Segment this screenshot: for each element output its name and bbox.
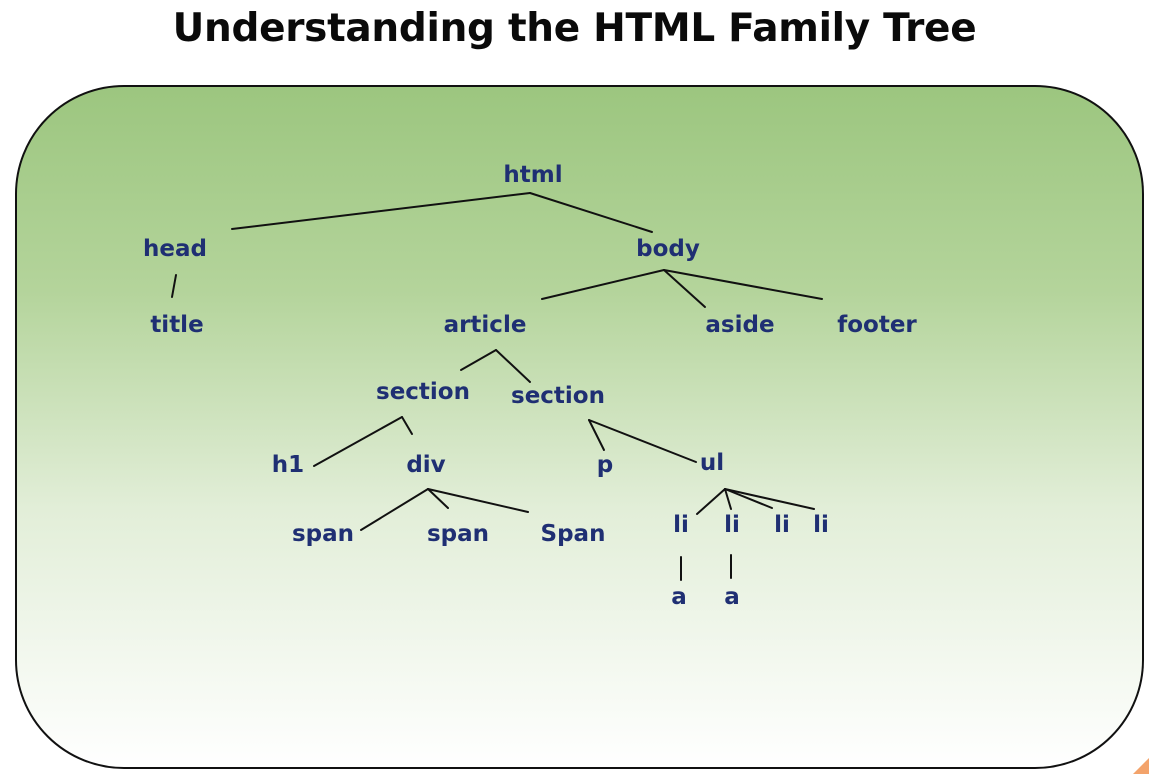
node-title: title xyxy=(150,312,203,338)
family-tree-diagram: html head body title article aside foote… xyxy=(15,85,1144,769)
node-li-3: li xyxy=(774,512,790,538)
node-li-2: li xyxy=(724,512,740,538)
node-a-2: a xyxy=(724,584,740,610)
node-a-1: a xyxy=(671,584,687,610)
node-li-4: li xyxy=(813,512,829,538)
corner-accent xyxy=(1133,758,1149,774)
node-footer: footer xyxy=(837,312,917,338)
node-span-3: Span xyxy=(541,521,606,547)
node-article: article xyxy=(444,312,527,338)
node-p: p xyxy=(597,452,613,478)
node-li-1: li xyxy=(673,512,689,538)
node-aside: aside xyxy=(705,312,774,338)
node-span-1: span xyxy=(292,521,354,547)
node-body: body xyxy=(636,236,700,262)
node-section-2: section xyxy=(511,383,605,409)
node-span-2: span xyxy=(427,521,489,547)
node-section-1: section xyxy=(376,379,470,405)
node-head: head xyxy=(143,236,207,262)
node-ul: ul xyxy=(700,450,724,476)
tree-panel xyxy=(15,85,1144,769)
node-h1: h1 xyxy=(272,452,304,478)
node-div: div xyxy=(406,452,445,478)
node-html: html xyxy=(503,162,562,188)
